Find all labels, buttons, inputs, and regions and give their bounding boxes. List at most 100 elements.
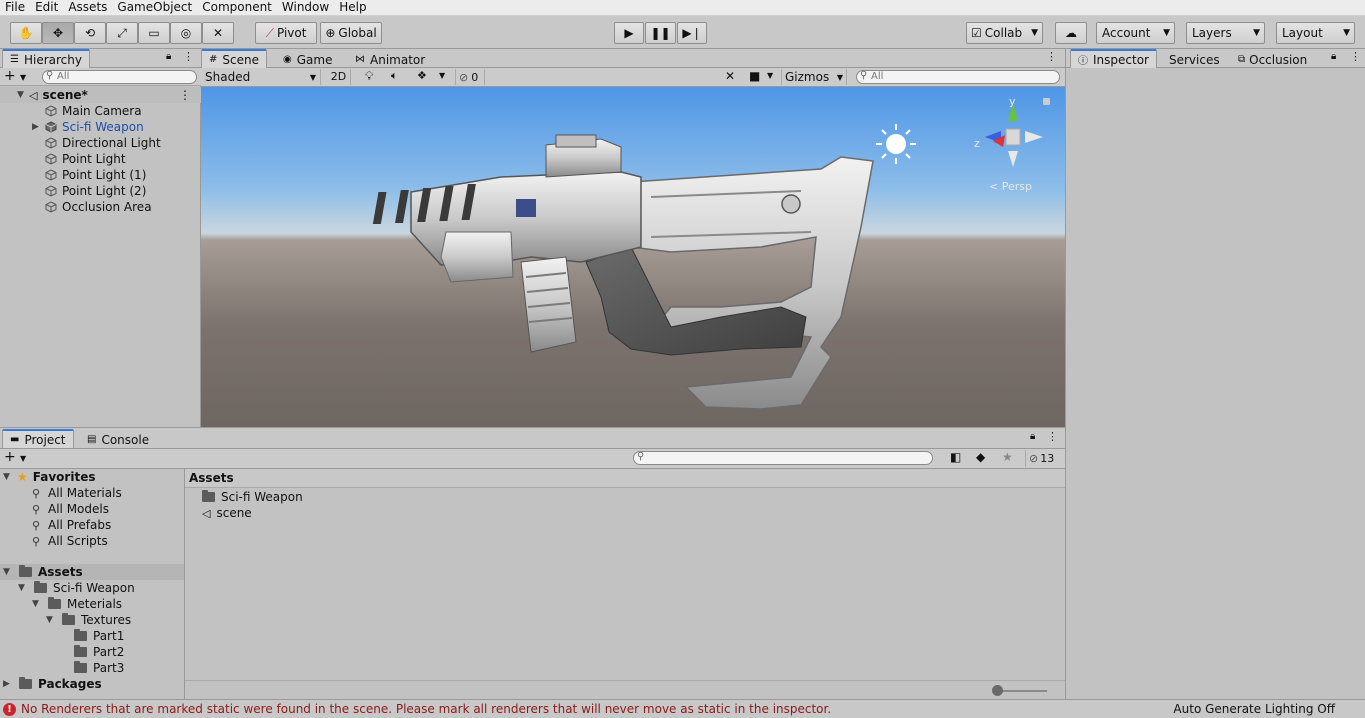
- kebab-menu-icon[interactable]: ⋮: [179, 88, 191, 102]
- audio-icon[interactable]: 🔈︎: [391, 69, 398, 83]
- tab-console[interactable]: ▤ Console: [80, 430, 156, 449]
- hierarchy-item[interactable]: Point Light: [45, 151, 126, 167]
- hidden-packages-toggle[interactable]: ⊘ 13: [1025, 450, 1063, 467]
- kebab-menu-icon[interactable]: ⋮: [1047, 430, 1058, 443]
- favorite-item[interactable]: ⚲ All Scripts: [32, 533, 108, 549]
- tab-game[interactable]: ◉ Game: [276, 50, 339, 69]
- sun-icon[interactable]: [871, 119, 921, 169]
- chevron-down-icon[interactable]: ▼: [3, 567, 13, 577]
- tab-project[interactable]: ▬ Project: [2, 429, 74, 448]
- hidden-objects-toggle[interactable]: ⊘ 0: [455, 69, 485, 85]
- menu-assets[interactable]: Assets: [63, 0, 112, 15]
- perspective-label[interactable]: < Persp: [989, 180, 1032, 193]
- lighting-icon[interactable]: 💡︎: [365, 69, 373, 84]
- scene-root-row[interactable]: ▼ ◁ scene* ⋮: [0, 87, 201, 103]
- tab-services[interactable]: Services: [1162, 50, 1227, 69]
- collab-dropdown[interactable]: ☑ Collab ▼: [966, 22, 1043, 44]
- tree-folder-part[interactable]: Part3: [74, 660, 124, 676]
- camera-icon[interactable]: ■: [749, 69, 760, 83]
- move-tool-button[interactable]: ✥: [42, 22, 74, 44]
- lock-icon[interactable]: 🔒︎: [1331, 51, 1336, 62]
- kebab-menu-icon[interactable]: ⋮: [183, 50, 194, 63]
- pause-button[interactable]: ❚❚: [645, 22, 676, 44]
- hierarchy-item[interactable]: ▶ Sci-fi Weapon: [32, 119, 144, 135]
- tab-hierarchy[interactable]: ☰ Hierarchy: [2, 49, 90, 68]
- icon-size-slider[interactable]: [997, 690, 1047, 692]
- gizmo-lock-icon[interactable]: [1043, 98, 1050, 105]
- chevron-down-icon[interactable]: ▼: [439, 71, 445, 80]
- layout-dropdown[interactable]: Layout ▼: [1276, 22, 1355, 44]
- hierarchy-item[interactable]: Main Camera: [45, 103, 142, 119]
- chevron-right-icon[interactable]: ▶: [3, 679, 13, 689]
- filter-by-type-icon[interactable]: ◧: [950, 450, 961, 464]
- chevron-down-icon[interactable]: ▼: [3, 472, 13, 482]
- tree-folder-part[interactable]: Part2: [74, 644, 124, 660]
- menu-gameobject[interactable]: GameObject: [112, 0, 197, 15]
- project-search-input[interactable]: [633, 451, 933, 465]
- cloud-button[interactable]: ☁: [1055, 22, 1087, 44]
- 2d-toggle[interactable]: 2D: [327, 69, 351, 85]
- hand-tool-button[interactable]: ✋: [10, 22, 42, 44]
- gizmos-dropdown[interactable]: Gizmos ▼: [781, 69, 847, 85]
- chevron-down-icon[interactable]: ▼: [767, 71, 773, 80]
- layers-dropdown[interactable]: Layers ▼: [1186, 22, 1265, 44]
- slider-handle[interactable]: [992, 685, 1003, 696]
- hierarchy-item[interactable]: Directional Light: [45, 135, 161, 151]
- chevron-down-icon[interactable]: ▼: [32, 599, 42, 609]
- favorite-item[interactable]: ⚲ All Models: [32, 501, 109, 517]
- transform-tool-button[interactable]: ◎: [170, 22, 202, 44]
- scale-tool-button[interactable]: ⤢: [106, 22, 138, 44]
- rotate-tool-button[interactable]: ⟲: [74, 22, 106, 44]
- weapon-model[interactable]: [201, 87, 1065, 427]
- tag-icon[interactable]: ◆: [976, 450, 985, 464]
- hierarchy-item[interactable]: Point Light (1): [45, 167, 146, 183]
- lock-icon[interactable]: 🔒︎: [166, 51, 171, 62]
- favorite-item[interactable]: ⚲ All Prefabs: [32, 517, 111, 533]
- menu-file[interactable]: File: [0, 0, 30, 15]
- pivot-toggle[interactable]: ⟋ Pivot: [255, 22, 317, 44]
- hierarchy-search-input[interactable]: All: [42, 70, 197, 84]
- hierarchy-item[interactable]: Point Light (2): [45, 183, 146, 199]
- assets-root-row[interactable]: ▼ Assets: [0, 564, 184, 580]
- add-icon[interactable]: +: [4, 68, 16, 84]
- menu-help[interactable]: Help: [334, 0, 371, 15]
- tree-folder-materials[interactable]: ▼ Meterials: [32, 596, 122, 612]
- star-icon[interactable]: ★: [1002, 450, 1013, 464]
- menu-edit[interactable]: Edit: [30, 0, 63, 15]
- tree-folder-textures[interactable]: ▼ Textures: [46, 612, 131, 628]
- kebab-menu-icon[interactable]: ⋮: [1350, 50, 1361, 63]
- rect-tool-button[interactable]: ▭: [138, 22, 170, 44]
- chevron-down-icon[interactable]: ▼: [17, 90, 27, 100]
- error-message[interactable]: No Renderers that are marked static were…: [21, 702, 831, 716]
- tab-occlusion[interactable]: ⧉ Occlusion: [1231, 50, 1314, 69]
- add-icon[interactable]: +: [4, 449, 16, 465]
- chevron-down-icon[interactable]: ▼: [20, 454, 26, 463]
- asset-scene-item[interactable]: ◁ scene: [202, 505, 252, 521]
- menu-window[interactable]: Window: [277, 0, 334, 15]
- tab-scene[interactable]: # Scene: [201, 49, 267, 68]
- effects-icon[interactable]: ❖: [417, 69, 427, 82]
- scene-search-input[interactable]: All: [856, 70, 1060, 84]
- account-dropdown[interactable]: Account ▼: [1096, 22, 1175, 44]
- lock-icon[interactable]: 🔒︎: [1030, 431, 1035, 442]
- menu-component[interactable]: Component: [197, 0, 277, 15]
- lighting-status[interactable]: Auto Generate Lighting Off: [1173, 702, 1335, 716]
- scene-viewport[interactable]: y z < Persp: [201, 87, 1065, 427]
- tree-folder-part[interactable]: Part1: [74, 628, 124, 644]
- tree-folder-weapon[interactable]: ▼ Sci-fi Weapon: [18, 580, 135, 596]
- breadcrumb[interactable]: Assets: [185, 469, 1065, 488]
- shading-mode-dropdown[interactable]: Shaded ▼: [203, 69, 321, 85]
- chevron-down-icon[interactable]: ▼: [18, 583, 28, 593]
- packages-root-row[interactable]: ▶ Packages: [3, 676, 102, 692]
- global-toggle[interactable]: ⊕ Global: [320, 22, 382, 44]
- tools-icon[interactable]: ✕: [725, 69, 735, 83]
- chevron-down-icon[interactable]: ▼: [20, 73, 26, 82]
- chevron-down-icon[interactable]: ▼: [46, 615, 56, 625]
- error-icon[interactable]: !: [3, 702, 16, 716]
- step-button[interactable]: ▶❘: [677, 22, 707, 44]
- tab-animator[interactable]: ⋈ Animator: [348, 50, 432, 69]
- asset-folder-item[interactable]: Sci-fi Weapon: [202, 489, 303, 505]
- favorites-header[interactable]: ▼ ★ Favorites: [3, 469, 95, 485]
- play-button[interactable]: ▶: [614, 22, 644, 44]
- chevron-right-icon[interactable]: ▶: [32, 122, 42, 132]
